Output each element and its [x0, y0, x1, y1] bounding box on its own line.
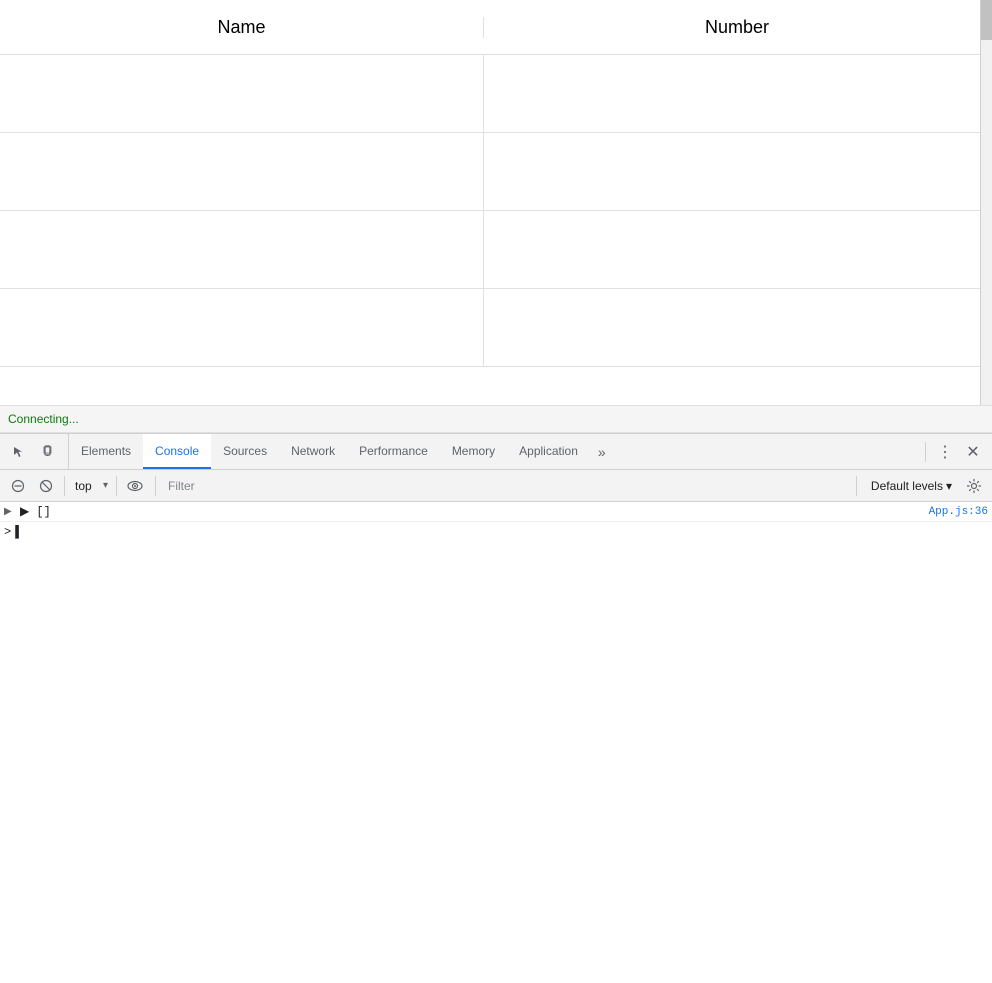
devtools-tabs-bar: Elements Console Sources Network Perform… [0, 434, 992, 470]
clear-console-button[interactable] [6, 474, 30, 498]
console-source-link[interactable]: App.js:36 [929, 506, 988, 518]
tab-memory[interactable]: Memory [440, 434, 507, 469]
number-cell [484, 133, 991, 210]
eye-button[interactable] [123, 474, 147, 498]
tab-network[interactable]: Network [279, 434, 347, 469]
console-cursor: ▌ [15, 525, 22, 539]
table-row [0, 211, 991, 289]
filter-input[interactable] [164, 479, 848, 493]
table-header: Name Number [0, 0, 991, 55]
table-row [0, 289, 991, 367]
name-cell [0, 211, 484, 288]
connecting-bar: Connecting... [0, 405, 992, 433]
devtools-left-icons [0, 434, 69, 469]
name-column-header: Name [0, 17, 484, 38]
close-devtools-button[interactable]: ✕ [960, 439, 986, 465]
name-cell [0, 289, 484, 366]
console-array-value: ▶ [] [20, 504, 51, 519]
default-levels-button[interactable]: Default levels ▾ [865, 477, 958, 495]
expand-arrow-icon[interactable]: ▶ [4, 506, 16, 518]
tab-performance[interactable]: Performance [347, 434, 440, 469]
devtools-panel: Elements Console Sources Network Perform… [0, 433, 992, 983]
devtools-right-buttons: ⋮ ✕ [915, 434, 992, 469]
console-input-row: > ▌ [0, 522, 992, 542]
number-cell [484, 289, 991, 366]
toolbar-divider [64, 476, 65, 496]
table-row [0, 133, 991, 211]
connecting-text: Connecting... [8, 412, 79, 426]
name-cell [0, 133, 484, 210]
tab-elements[interactable]: Elements [69, 434, 143, 469]
cursor-icon [12, 445, 26, 459]
context-selector[interactable]: top [71, 477, 110, 495]
tab-console[interactable]: Console [143, 434, 211, 469]
filter-divider-2 [856, 476, 857, 496]
console-prompt-icon: > [4, 525, 11, 539]
tab-sources[interactable]: Sources [211, 434, 279, 469]
number-cell [484, 211, 991, 288]
number-cell [484, 55, 991, 132]
eye-icon [127, 479, 143, 493]
scrollbar-track[interactable] [980, 0, 992, 405]
console-toolbar: top ▾ Default levels ▾ [0, 470, 992, 502]
table-row [0, 55, 991, 133]
toolbar-divider-2 [116, 476, 117, 496]
block-icon [39, 479, 53, 493]
tab-application[interactable]: Application [507, 434, 590, 469]
inspect-element-button[interactable] [6, 439, 32, 465]
main-table-area: Name Number [0, 0, 992, 405]
more-options-button[interactable]: ⋮ [932, 439, 958, 465]
context-selector-wrapper: top ▾ [71, 477, 110, 495]
console-content: ▶ ▶ [] App.js:36 > ▌ [0, 502, 992, 983]
tab-more-button[interactable]: » [590, 434, 614, 469]
block-console-button[interactable] [34, 474, 58, 498]
divider [925, 442, 926, 462]
settings-button[interactable] [962, 474, 986, 498]
device-toolbar-button[interactable] [36, 439, 62, 465]
scrollbar-thumb[interactable] [981, 0, 992, 40]
data-table: Name Number [0, 0, 992, 405]
number-column-header: Number [484, 17, 991, 38]
gear-icon [966, 478, 982, 494]
name-cell [0, 55, 484, 132]
console-log-entry: ▶ ▶ [] App.js:36 [0, 502, 992, 522]
clear-icon [11, 479, 25, 493]
filter-divider [155, 476, 156, 496]
device-icon [42, 445, 56, 459]
